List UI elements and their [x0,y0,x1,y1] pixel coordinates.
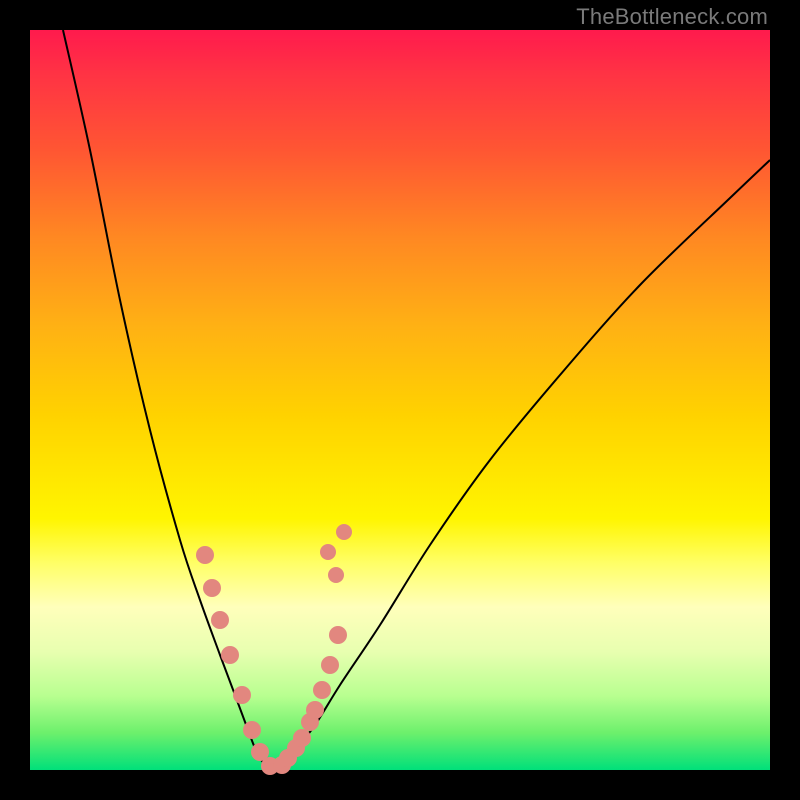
markers-left [196,546,279,775]
marker-dot [306,701,324,719]
marker-dot [221,646,239,664]
marker-dot [243,721,261,739]
markers-right [273,626,347,774]
marker-dot [293,729,311,747]
marker-dot [328,567,344,583]
marker-dot [336,524,352,540]
marker-dot [313,681,331,699]
marker-dot [321,656,339,674]
marker-dot [329,626,347,644]
marker-dot [203,579,221,597]
marker-dot [196,546,214,564]
marker-dot [233,686,251,704]
curve-layer [30,30,770,770]
watermark-text: TheBottleneck.com [576,4,768,30]
marker-dot [320,544,336,560]
marker-dot [211,611,229,629]
curve-right [268,160,770,768]
chart-frame: TheBottleneck.com [0,0,800,800]
markers-right-upper [320,524,352,583]
